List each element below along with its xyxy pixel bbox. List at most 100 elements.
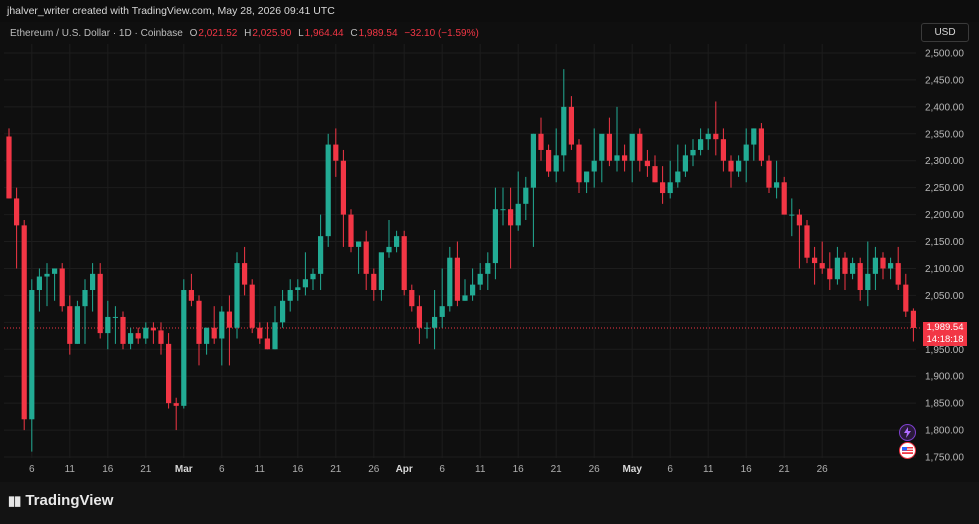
- candle-body: [439, 306, 445, 317]
- candle-body: [363, 241, 369, 274]
- us-flag-icon[interactable]: [899, 442, 916, 459]
- price-tick-label: 2,150.00: [925, 237, 964, 248]
- candle-body: [766, 160, 772, 188]
- candle-body: [219, 311, 225, 339]
- candle-body: [272, 322, 278, 350]
- time-tick-label: 21: [551, 464, 563, 475]
- time-tick-label: 16: [513, 464, 525, 475]
- candle-body: [705, 133, 711, 140]
- candle-body: [394, 236, 400, 247]
- price-tick-label: 1,750.00: [925, 453, 964, 464]
- time-tick-label: 6: [219, 464, 225, 475]
- price-tick-label: 2,100.00: [925, 264, 964, 275]
- candle-body: [834, 257, 840, 280]
- candle-body: [789, 214, 795, 216]
- currency-button[interactable]: USD: [921, 23, 969, 42]
- candle-body: [804, 225, 810, 258]
- candle-body: [470, 284, 476, 296]
- low-label: L: [298, 28, 304, 39]
- candle-body: [112, 316, 118, 318]
- candle-body: [67, 306, 73, 344]
- candle-body: [508, 209, 514, 226]
- close-value: 1,989.54: [358, 28, 398, 39]
- candle-body: [143, 327, 149, 339]
- candle-body: [500, 209, 506, 211]
- candle-body: [356, 241, 362, 247]
- time-tick-label: 21: [330, 464, 342, 475]
- time-tick-label: 6: [439, 464, 445, 475]
- candle-body: [120, 316, 126, 344]
- candle-body: [751, 128, 757, 145]
- candle-body: [796, 214, 802, 226]
- candle-body: [614, 155, 620, 161]
- candle-body: [36, 276, 42, 291]
- candle-body: [386, 246, 392, 253]
- price-tick-label: 2,350.00: [925, 129, 964, 140]
- high-value: 2,025.90: [252, 28, 292, 39]
- candle-body: [546, 149, 552, 172]
- candle-body: [249, 284, 255, 328]
- candle-body: [728, 160, 734, 172]
- candle-body: [409, 290, 415, 307]
- candle-body: [173, 403, 179, 406]
- symbol-legend: Ethereum / U.S. Dollar · 1D · Coinbase O…: [10, 28, 479, 39]
- candle-body: [128, 333, 134, 344]
- candle-body: [348, 214, 354, 247]
- candle-body: [340, 160, 346, 215]
- candle-body: [819, 263, 825, 269]
- candle-body: [888, 263, 894, 269]
- candle-body: [447, 257, 453, 307]
- candle-body: [280, 300, 286, 323]
- time-tick-label: 16: [102, 464, 114, 475]
- low-value: 1,964.44: [304, 28, 344, 39]
- tradingview-logo-icon: ▮▮: [8, 493, 21, 508]
- candle-body: [295, 287, 301, 291]
- time-tick-label: May: [622, 464, 642, 475]
- candle-body: [910, 310, 916, 328]
- candle-body: [629, 133, 635, 161]
- time-tick-label: 26: [817, 464, 829, 475]
- time-tick-label: 21: [140, 464, 152, 475]
- price-tick-label: 2,250.00: [925, 183, 964, 194]
- candle-body: [29, 290, 35, 420]
- time-tick-label: 16: [292, 464, 304, 475]
- candle-body: [52, 268, 58, 274]
- candle-body: [576, 144, 582, 183]
- candle-body: [530, 133, 536, 188]
- candle-body: [21, 225, 27, 420]
- price-tick-label: 2,450.00: [925, 75, 964, 86]
- candle-body: [865, 273, 871, 291]
- open-value: 2,021.52: [198, 28, 238, 39]
- lightning-icon[interactable]: [899, 424, 916, 441]
- candle-body: [181, 290, 187, 406]
- candle-body: [492, 209, 498, 264]
- high-label: H: [244, 28, 252, 39]
- price-tick-label: 1,800.00: [925, 426, 964, 437]
- candle-body: [462, 295, 468, 301]
- candle-body: [523, 187, 529, 204]
- candle-body: [234, 263, 240, 328]
- tradingview-logo[interactable]: ▮▮ TradingView: [8, 492, 113, 509]
- candle-body: [515, 203, 521, 226]
- footer: [0, 482, 979, 524]
- grid: [4, 44, 922, 458]
- candle-body: [880, 257, 886, 269]
- candle-body: [660, 182, 666, 194]
- candle-body: [675, 171, 681, 183]
- candle-body: [652, 166, 658, 183]
- candle-body: [44, 273, 50, 277]
- candle-body: [903, 284, 909, 312]
- time-tick-label: 26: [589, 464, 601, 475]
- candle-body: [720, 139, 726, 161]
- candle-body: [698, 139, 704, 150]
- candle-body: [14, 198, 20, 226]
- candle-body: [736, 160, 742, 172]
- candle-body: [584, 171, 590, 183]
- candle-body: [211, 327, 217, 339]
- candle-body: [606, 133, 612, 161]
- price-axis: 2,500.00 2,450.00 2,400.00 2,350.00 2,300.00…: [925, 49, 964, 464]
- candle-body: [378, 252, 384, 291]
- time-tick-label: 11: [703, 464, 714, 475]
- candle-body: [454, 257, 460, 301]
- candlestick-chart[interactable]: 2,500.00 2,450.00 2,400.00 2,350.00 2,300.00…: [0, 0, 979, 482]
